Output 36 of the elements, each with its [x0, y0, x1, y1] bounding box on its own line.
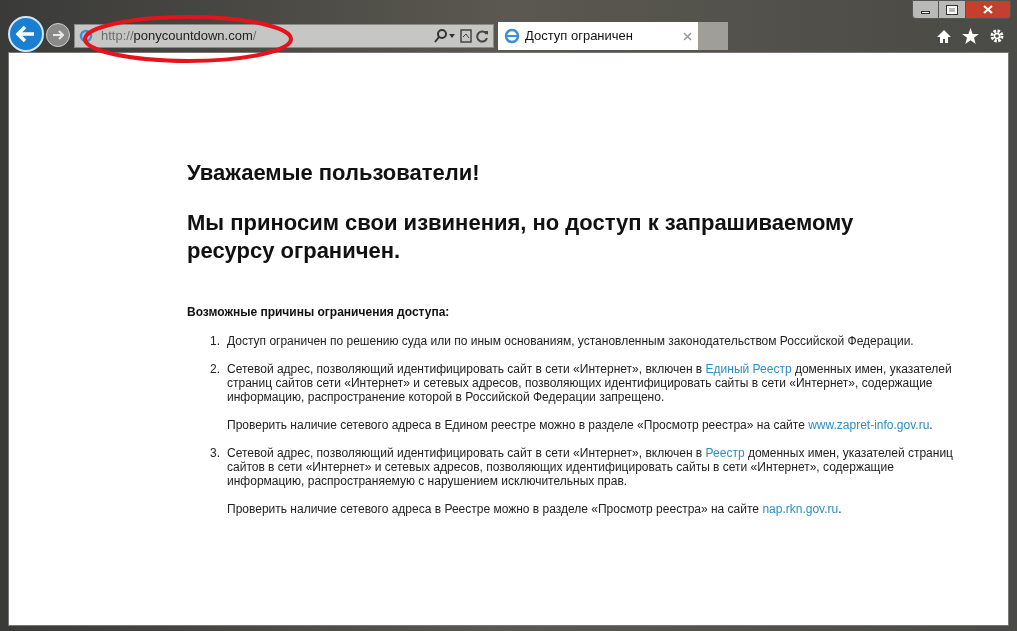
page-heading: Мы приносим свои извинения, но доступ к запрашиваемому ресурсу ограничен. [187, 209, 855, 265]
minimize-button[interactable] [912, 0, 939, 19]
list-number: 2. [209, 362, 221, 378]
url-text: http://ponycountdown.com/ [101, 27, 257, 46]
browser-logo-icon [79, 29, 93, 43]
browser-tab[interactable]: Доступ ограничен [498, 22, 698, 50]
close-icon [983, 5, 993, 14]
reason-text: Доступ ограничен по решению суда или по иным основаниям, установленным законодательством Российской Федерации. [227, 334, 915, 348]
maximize-icon [947, 5, 957, 14]
forward-arrow-icon [52, 30, 64, 40]
tab-title: Доступ ограничен [525, 27, 633, 46]
maximize-button[interactable] [939, 0, 965, 19]
address-bar[interactable]: http://ponycountdown.com/ [74, 24, 494, 48]
page-heading: Уважаемые пользователи! [187, 159, 481, 187]
compatibility-icon[interactable] [460, 29, 472, 43]
list-number: 3. [209, 446, 221, 462]
search-icon[interactable] [434, 29, 456, 43]
browser-logo-icon [504, 28, 520, 44]
registry-link[interactable]: Единый Реестр [705, 362, 792, 376]
reason-text: Проверить наличие сетевого адреса в Едином реестре можно в разделе «Просмотр реестра» на сайте www.zapret-info.gov.ru. [227, 418, 934, 432]
star-icon[interactable] [962, 28, 979, 44]
reason-text: Сетевой адрес, позволяющий идентифицировать сайт в сети «Интернет», включен в Реестр доменных имен, указателей страниц сайтов в сети «Интернет» и сетевых адресов, позволяющих идентифицировать сайты в сети «Интернет», содержащие информацию, распространяемую с нарушением исключительных прав. [227, 446, 954, 488]
back-arrow-icon [16, 25, 36, 43]
refresh-icon[interactable] [476, 29, 489, 43]
forward-button[interactable] [46, 23, 70, 47]
reason-text: Сетевой адрес, позволяющий идентифицировать сайт в сети «Интернет», включен в Единый Реестр доменных имен, указателей страниц сайтов сети «Интернет» и сетевых адресов, позволяющих идентифицировать сайты в сети «Интернет», содержащие информацию, распространение которой в Российской Федерации запрещено. [227, 362, 953, 404]
list-number: 1. [209, 334, 221, 348]
registry-link[interactable]: Реестр [705, 446, 745, 460]
close-tab-icon[interactable] [683, 31, 692, 41]
back-button[interactable] [8, 16, 44, 52]
minimize-icon [921, 11, 930, 14]
close-button[interactable] [965, 0, 1011, 19]
home-icon[interactable] [936, 28, 952, 44]
reason-text: Проверить наличие сетевого адреса в Реестре можно в разделе «Просмотр реестра» на сайте nap.rkn.gov.ru. [227, 502, 843, 516]
reasons-title: Возможные причины ограничения доступа: [187, 304, 451, 321]
settings-icon[interactable] [989, 28, 1005, 44]
